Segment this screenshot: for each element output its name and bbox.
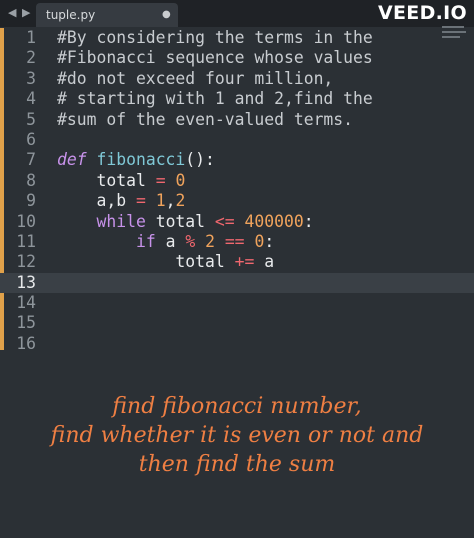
code-line[interactable]: 13 — [0, 272, 474, 294]
code-line[interactable]: 14 — [0, 293, 474, 313]
code-text: #Fibonacci sequence whose values — [57, 48, 373, 68]
line-number: 3 — [26, 68, 36, 88]
code-text: a,b = 1,2 — [57, 191, 185, 211]
line-number: 9 — [26, 191, 36, 211]
code-text: while total <= 400000: — [57, 211, 314, 232]
code-text: #sum of the even-valued terms. — [57, 110, 353, 130]
code-line[interactable]: 5 #sum of the even-valued terms. — [0, 110, 474, 130]
code-editor[interactable]: 1 #By considering the terms in the 2 #Fibon… — [0, 28, 474, 354]
line-number: 12 — [16, 252, 36, 272]
code-token: = — [155, 170, 166, 190]
tab-label: tuple.py — [46, 8, 96, 22]
caption-line-1: find fibonacci number, — [112, 394, 362, 419]
code-line[interactable]: 6 — [0, 130, 474, 150]
caption-line-2: find whether it is even or not and — [50, 423, 424, 448]
tab-tuple-py[interactable]: tuple.py ● — [36, 3, 178, 27]
code-text: #By considering the terms in the — [57, 28, 373, 48]
code-token: 0 — [254, 231, 265, 251]
caption-line-3: then find the sum — [138, 452, 336, 477]
code-token: #By considering the terms in the — [57, 28, 373, 47]
code-text: total = 0 — [57, 171, 185, 191]
code-token: # starting with 1 and 2,find the — [57, 89, 373, 109]
code-line[interactable]: 3 #do not exceed four million, — [0, 69, 474, 89]
code-text: # starting with 1 and 2,find the — [57, 89, 373, 109]
code-token: if — [135, 231, 156, 251]
caption-overlay: find fibonacci number, find whether it i… — [0, 392, 474, 479]
line-number: 6 — [26, 129, 36, 149]
code-token: : — [303, 211, 314, 231]
code-token: 2 — [205, 231, 215, 251]
line-number: 11 — [16, 231, 36, 251]
code-token: == — [224, 231, 245, 251]
code-token: #do not exceed four million, — [57, 68, 334, 88]
line-number: 5 — [26, 109, 36, 129]
code-token: 1 — [155, 191, 166, 211]
code-token: , — [165, 191, 176, 211]
code-token: 400000 — [244, 211, 304, 231]
code-token: total — [57, 252, 235, 272]
code-token: a — [254, 252, 275, 272]
code-token: <= — [214, 211, 235, 231]
code-text: total += a — [57, 252, 274, 272]
code-token: total — [145, 211, 215, 231]
code-token: = — [135, 191, 146, 211]
code-token: : — [264, 231, 275, 251]
code-token: fibonacci — [96, 150, 186, 170]
line-number: 16 — [16, 333, 36, 353]
code-token: += — [234, 252, 255, 272]
code-token: % — [185, 231, 196, 251]
code-text: if a % 2 == 0: — [57, 232, 274, 252]
line-number: 8 — [26, 170, 36, 190]
line-number: 13 — [16, 272, 36, 292]
code-token: #Fibonacci sequence whose values — [57, 48, 373, 68]
code-token: 0 — [175, 170, 186, 190]
code-line[interactable]: 1 #By considering the terms in the — [0, 28, 474, 48]
code-token: def — [57, 150, 87, 170]
unsaved-dot-icon[interactable]: ● — [162, 9, 171, 20]
code-token: (): — [185, 150, 215, 170]
line-number: 4 — [26, 89, 36, 109]
code-line[interactable]: 10 while total <= 400000: — [0, 212, 474, 232]
code-token: while — [96, 211, 146, 231]
code-line[interactable]: 8 total = 0 — [0, 171, 474, 191]
line-number: 14 — [16, 293, 36, 313]
code-line[interactable]: 7 def fibonacci(): — [0, 150, 474, 170]
line-number: 10 — [16, 211, 36, 231]
code-line[interactable]: 9 a,b = 1,2 — [0, 191, 474, 211]
line-number: 2 — [26, 48, 36, 68]
code-token: 2 — [175, 191, 186, 211]
line-number: 7 — [26, 150, 36, 170]
tab-nav-arrows-icon[interactable]: ◀ ▶ — [8, 6, 31, 19]
code-token: a,b — [57, 191, 136, 211]
code-text: #do not exceed four million, — [57, 69, 333, 89]
code-line[interactable]: 12 total += a — [0, 252, 474, 272]
code-line[interactable]: 15 — [0, 313, 474, 333]
code-line[interactable]: 2 #Fibonacci sequence whose values — [0, 48, 474, 68]
code-token: #sum of the even-valued terms. — [57, 109, 354, 129]
line-number: 1 — [26, 28, 36, 47]
code-text: def fibonacci(): — [57, 150, 215, 170]
code-line[interactable]: 4 # starting with 1 and 2,find the — [0, 89, 474, 109]
code-line[interactable]: 16 — [0, 334, 474, 354]
code-token: a — [155, 231, 186, 251]
veed-watermark: VEED.IO — [378, 2, 467, 24]
line-number: 15 — [16, 313, 36, 333]
code-line[interactable]: 11 if a % 2 == 0: — [0, 232, 474, 252]
code-token: total — [57, 170, 156, 190]
